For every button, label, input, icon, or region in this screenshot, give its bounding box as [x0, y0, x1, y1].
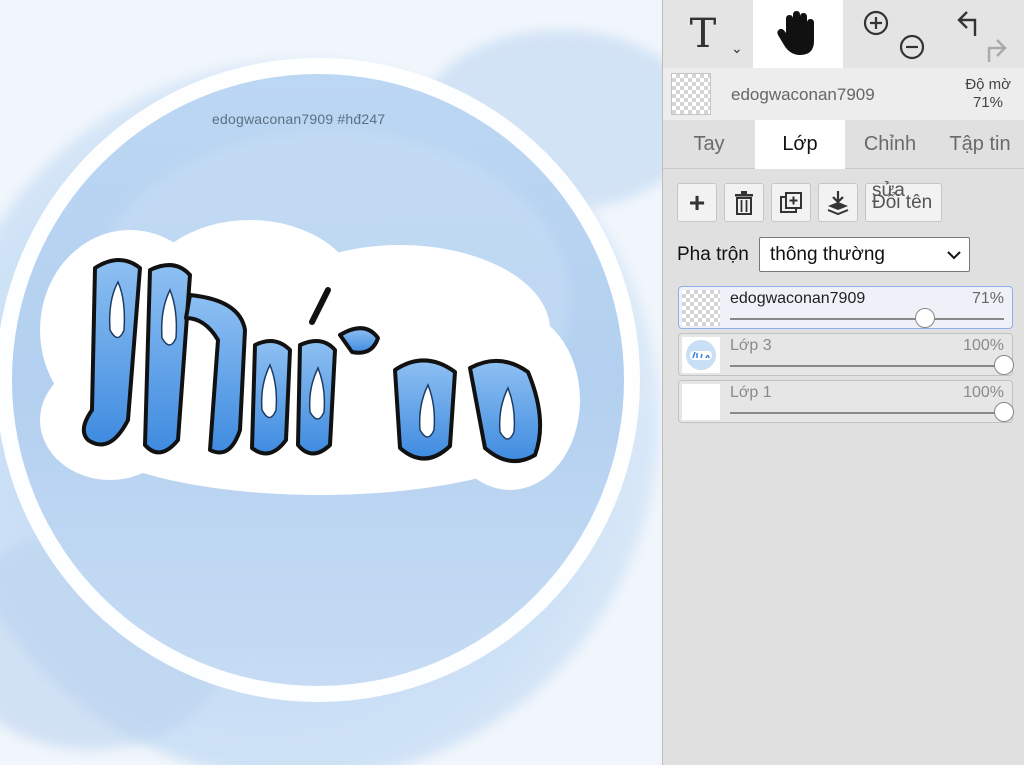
- tab-layers[interactable]: Lớp: [755, 120, 845, 169]
- layer-thumbnail: [682, 290, 720, 326]
- tab-hand[interactable]: Tay: [663, 120, 755, 168]
- canvas-watermark: edogwaconan7909 #hđ247: [212, 111, 386, 127]
- rename-label: Đổi tên: [872, 192, 933, 213]
- layer-name: Lớp 3: [730, 337, 772, 354]
- layer-name: Lớp 1: [730, 384, 772, 401]
- zoom-in-icon[interactable]: [863, 10, 889, 36]
- text-tool-button[interactable]: T ⌄: [663, 0, 753, 68]
- opacity-slider-handle[interactable]: [994, 355, 1014, 375]
- delete-layer-button[interactable]: [724, 183, 764, 222]
- layer-row[interactable]: Lớp 3 100%: [678, 333, 1014, 376]
- duplicate-layer-button[interactable]: [771, 183, 811, 222]
- duplicate-icon: [780, 191, 802, 213]
- blend-mode-select[interactable]: thông thường: [759, 237, 970, 272]
- undo-icon[interactable]: [957, 11, 977, 36]
- chevron-down-icon: [947, 251, 961, 260]
- layer-row[interactable]: Lớp 1 100%: [678, 380, 1014, 423]
- layer-name: edogwaconan7909: [730, 290, 866, 307]
- merge-down-icon: [827, 190, 849, 215]
- layer-opacity: 100%: [963, 337, 1004, 354]
- text-tool-icon: T: [689, 11, 717, 57]
- blend-mode-value: thông thường: [770, 244, 885, 265]
- opacity-slider-handle[interactable]: [914, 308, 935, 328]
- history-controls: [933, 0, 1024, 68]
- add-layer-button[interactable]: +: [677, 183, 717, 222]
- opacity-slider-handle[interactable]: [994, 402, 1014, 422]
- merge-down-button[interactable]: [818, 183, 858, 222]
- blend-mode-label: Pha trộn: [677, 244, 749, 265]
- layer-thumbnail: [682, 337, 720, 373]
- opacity-slider-track[interactable]: [730, 318, 1004, 320]
- toolbar: T ⌄: [663, 0, 1024, 68]
- zoom-controls: [843, 0, 933, 68]
- opacity-value: 71%: [972, 94, 1003, 111]
- panel-tabs: Tay Lớp Chỉnh Tập tin: [663, 120, 1024, 169]
- current-layer-info: edogwaconan7909 Độ mờ 71%: [663, 68, 1024, 120]
- trash-icon: [735, 190, 753, 215]
- redo-icon[interactable]: [987, 39, 1007, 62]
- rename-layer-button[interactable]: sửa Đổi tên: [865, 180, 942, 222]
- layer-thumbnail: [682, 384, 720, 420]
- tab-file[interactable]: Tập tin: [935, 120, 1024, 168]
- current-layer-thumbnail: [671, 73, 711, 115]
- drawing-canvas[interactable]: edogwaconan7909 #hđ247: [0, 0, 662, 765]
- opacity-label: Độ mờ: [965, 76, 1011, 93]
- zoom-out-icon[interactable]: [899, 34, 925, 60]
- current-layer-name: edogwaconan7909: [731, 85, 875, 104]
- tab-adjust[interactable]: Chỉnh: [845, 120, 935, 168]
- side-panel: T ⌄ edogwaconan7909 Độ mờ 71% Tay Lớp Ch…: [662, 0, 1024, 765]
- opacity-slider-track[interactable]: [730, 365, 1004, 367]
- chevron-down-icon: ⌄: [731, 40, 743, 56]
- hand-tool-button[interactable]: [753, 0, 843, 68]
- plus-icon: +: [688, 186, 706, 218]
- layer-opacity: 100%: [963, 384, 1004, 401]
- layer-opacity: 71%: [971, 290, 1004, 307]
- layer-row[interactable]: edogwaconan7909 71%: [678, 286, 1013, 329]
- opacity-slider-track[interactable]: [730, 412, 1004, 414]
- hand-icon: [777, 11, 814, 55]
